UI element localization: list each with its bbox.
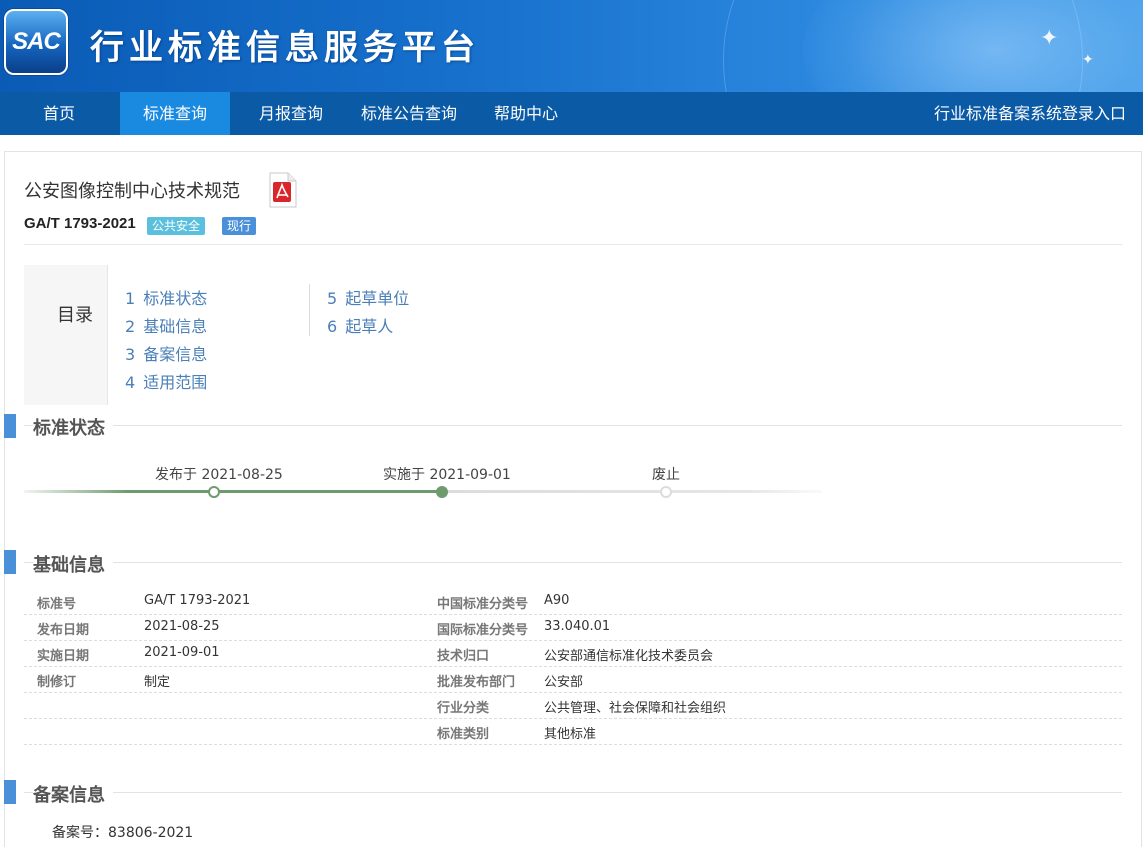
sparkle-icon: ✦ xyxy=(1082,52,1094,68)
section-title-status: 标准状态 xyxy=(33,414,113,440)
timeline-remaining xyxy=(444,490,822,493)
table-row-divider xyxy=(24,640,1122,641)
section-line xyxy=(24,425,1122,426)
timeline-implemented-label: 实施于 2021-09-01 xyxy=(383,467,511,483)
timeline-published-dot xyxy=(208,486,220,498)
sparkle-icon: ✦ xyxy=(1040,26,1059,51)
pdf-download-icon[interactable] xyxy=(266,171,300,209)
toc-panel xyxy=(24,265,108,405)
toc-item-basic[interactable]: 2 基础信息 xyxy=(125,313,207,337)
banner-globe-decoration xyxy=(723,0,1083,92)
info-value: 公共管理、社会保障和社会组织 xyxy=(544,701,727,716)
info-key: 发布日期 xyxy=(37,623,90,638)
standard-title: 公安图像控制中心技术规范 xyxy=(24,181,240,202)
filing-system-login-link[interactable]: 行业标准备案系统登录入口 xyxy=(934,92,1126,135)
header-banner: ✦ ✦ SAC 行业标准信息服务平台 xyxy=(0,0,1143,92)
info-key: 批准发布部门 xyxy=(437,675,516,690)
info-key: 制修订 xyxy=(37,675,77,690)
toc-separator xyxy=(309,284,310,336)
timeline-progress xyxy=(24,490,444,493)
table-row-divider xyxy=(24,614,1122,615)
logo-text: SAC xyxy=(12,28,61,55)
content-panel xyxy=(4,151,1142,847)
info-value: 其他标准 xyxy=(544,727,597,742)
toc-item-scope[interactable]: 4 适用范围 xyxy=(125,369,207,393)
info-value: A90 xyxy=(544,593,570,608)
timeline-published-label: 发布于 2021-08-25 xyxy=(155,467,283,483)
info-value: 2021-09-01 xyxy=(144,645,220,660)
info-key: 标准类别 xyxy=(437,727,490,742)
info-value: 公安部通信标准化技术委员会 xyxy=(544,649,714,664)
nav-item-announcement-search[interactable]: 标准公告查询 xyxy=(351,92,467,135)
toc-item-filing[interactable]: 3 备案信息 xyxy=(125,341,207,365)
section-line xyxy=(24,792,1122,793)
info-key: 标准号 xyxy=(37,597,77,612)
toc-label: 目录 xyxy=(57,305,93,326)
nav-item-help-center[interactable]: 帮助中心 xyxy=(478,92,574,135)
section-title-filing: 备案信息 xyxy=(33,781,113,807)
divider xyxy=(24,244,1122,245)
toc-item-drafters[interactable]: 6 起草人 xyxy=(327,313,393,337)
section-line xyxy=(24,562,1122,563)
info-key: 国际标准分类号 xyxy=(437,623,529,638)
main-nav: 首页 标准查询 月报查询 标准公告查询 帮助中心 行业标准备案系统登录入口 xyxy=(0,92,1143,135)
toc-item-drafting-units[interactable]: 5 起草单位 xyxy=(327,285,409,309)
info-key: 中国标准分类号 xyxy=(437,597,529,612)
table-row-divider xyxy=(24,692,1122,693)
nav-item-home[interactable]: 首页 xyxy=(0,92,118,135)
timeline-abolished-label: 废止 xyxy=(652,467,680,483)
sac-logo[interactable]: SAC xyxy=(4,9,68,75)
info-value: 制定 xyxy=(144,675,171,690)
section-marker xyxy=(4,780,16,804)
toc-item-status[interactable]: 1 标准状态 xyxy=(125,285,207,309)
status-badge: 现行 xyxy=(222,217,257,235)
category-badge: 公共安全 xyxy=(147,217,206,235)
site-title: 行业标准信息服务平台 xyxy=(90,28,480,68)
nav-item-standard-search[interactable]: 标准查询 xyxy=(120,92,230,135)
section-marker xyxy=(4,550,16,574)
info-key: 行业分类 xyxy=(437,701,490,716)
info-value: 33.040.01 xyxy=(544,619,611,634)
section-marker xyxy=(4,414,16,438)
table-row-divider xyxy=(24,666,1122,667)
info-value: 公安部 xyxy=(544,675,584,690)
filing-record-number: 备案号：83806-2021 xyxy=(52,825,194,841)
info-key: 实施日期 xyxy=(37,649,90,664)
standard-number: GA/T 1793-2021 xyxy=(24,215,136,232)
timeline-implemented-dot xyxy=(436,486,448,498)
info-value: GA/T 1793-2021 xyxy=(144,593,251,608)
nav-item-monthly-report[interactable]: 月报查询 xyxy=(241,92,341,135)
timeline-abolished-dot xyxy=(660,486,672,498)
table-row-divider xyxy=(24,744,1122,745)
table-row-divider xyxy=(24,718,1122,719)
info-value: 2021-08-25 xyxy=(144,619,220,634)
info-key: 技术归口 xyxy=(437,649,490,664)
section-title-basic: 基础信息 xyxy=(33,551,113,577)
